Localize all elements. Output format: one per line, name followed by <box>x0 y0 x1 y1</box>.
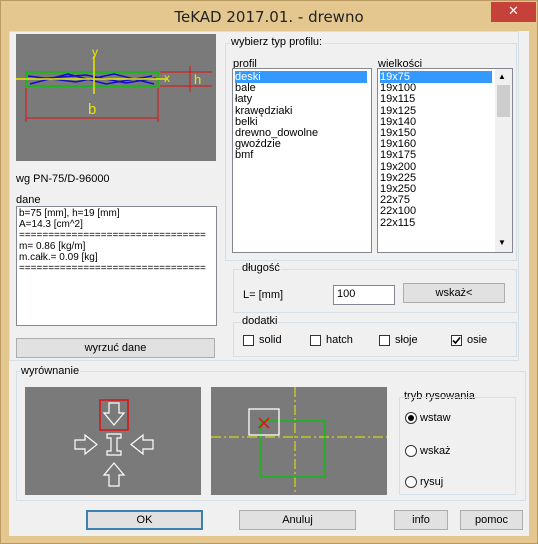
size-list: 19x75 19x100 19x115 19x125 19x140 19x150 19x16… <box>378 69 494 252</box>
length-group-label: długość <box>241 262 281 274</box>
standard-label: wg PN-75/D-96000 <box>16 173 110 185</box>
alignment-group-label: wyrównanie <box>20 365 81 377</box>
radio-empty-icon[interactable] <box>405 476 417 488</box>
h-dimension-label: h <box>194 72 201 87</box>
size-list-item[interactable]: 19x200 <box>380 161 492 173</box>
size-list-item[interactable]: 19x115 <box>380 93 492 105</box>
addon-label: hatch <box>326 334 353 346</box>
mode-label: rysuj <box>420 476 444 488</box>
axis-preview <box>211 387 387 495</box>
size-list-item[interactable]: 19x250 <box>380 183 492 195</box>
mode-label: wstaw <box>420 412 451 424</box>
close-icon: ✕ <box>508 4 519 19</box>
y-axis-label: y <box>92 45 98 59</box>
size-list-item[interactable]: 22x100 <box>380 205 492 217</box>
addon-label: solid <box>259 334 282 346</box>
length-input[interactable]: 100 <box>333 285 395 305</box>
info-button[interactable]: info <box>394 510 448 530</box>
profil-list-item[interactable]: gwoździe <box>235 138 367 150</box>
window-title: TeKAD 2017.01. - drewno <box>174 8 364 26</box>
addons-group-label: dodatki <box>241 315 279 327</box>
dane-line: A=14.3 [cm^2] <box>19 219 83 230</box>
pick-length-button[interactable]: wskaż< <box>403 283 505 303</box>
cancel-button[interactable]: Anuluj <box>239 510 356 530</box>
i-beam-icon[interactable] <box>106 433 122 456</box>
ok-button[interactable]: OK <box>86 510 203 530</box>
radio-selected-icon[interactable] <box>405 412 417 424</box>
size-list-item[interactable]: 22x75 <box>380 194 492 206</box>
profil-list-item[interactable]: łaty <box>235 93 367 105</box>
size-list-item[interactable]: 19x140 <box>380 116 492 128</box>
profil-list-item[interactable]: deski <box>235 71 367 83</box>
addon-label: słoje <box>395 334 418 346</box>
size-list-item[interactable]: 19x75 <box>380 71 492 83</box>
size-list-item[interactable]: 19x225 <box>380 172 492 184</box>
dane-line: b=75 [mm], h=19 [mm] <box>19 208 120 219</box>
scroll-thumb[interactable] <box>497 85 510 117</box>
arrow-down-icon[interactable] <box>102 402 126 426</box>
checkbox-checked-icon[interactable] <box>451 335 462 346</box>
size-list-item[interactable]: 19x175 <box>380 149 492 161</box>
size-list-item[interactable]: 19x150 <box>380 127 492 139</box>
profil-list-item[interactable]: drewno_dowolne <box>235 127 367 139</box>
radio-empty-icon[interactable] <box>405 445 417 457</box>
arrow-left-icon[interactable] <box>130 433 154 456</box>
size-list-item[interactable]: 19x125 <box>380 105 492 117</box>
size-list-item[interactable]: 19x100 <box>380 82 492 94</box>
profile-preview: y x b h <box>16 34 216 161</box>
scroll-up-arrow-icon[interactable]: ▲ <box>498 72 506 81</box>
scroll-down-arrow-icon[interactable]: ▼ <box>498 238 506 247</box>
axis-preview-panel <box>211 387 387 495</box>
arrow-right-icon[interactable] <box>74 433 98 456</box>
help-button[interactable]: pomoc <box>460 510 523 530</box>
size-scrollbar[interactable]: ▲ ▼ <box>495 69 512 252</box>
dane-line: m.całk.= 0.09 [kg] <box>19 252 98 263</box>
size-list-item[interactable]: 19x160 <box>380 138 492 150</box>
profile-diagram: y x b h <box>16 45 212 122</box>
checkbox-empty-icon[interactable] <box>379 335 390 346</box>
profil-list-item[interactable]: belki <box>235 116 367 128</box>
alignment-arrows <box>74 399 154 487</box>
checkbox-empty-icon[interactable] <box>310 335 321 346</box>
profil-list-item[interactable]: bmf <box>235 149 367 161</box>
profile-group-label: wybierz typ profilu: <box>230 36 324 48</box>
alignment-arrows-panel[interactable] <box>25 387 201 495</box>
size-list-item[interactable]: 22x115 <box>380 217 492 229</box>
dane-label: dane <box>16 194 41 206</box>
mode-label: wskaż <box>420 445 451 457</box>
size-listbox[interactable]: 19x75 19x100 19x115 19x125 19x140 19x150 19x16… <box>377 68 513 253</box>
dane-line: m= 0.86 [kg/m] <box>19 241 86 252</box>
arrow-up-icon[interactable] <box>102 462 126 487</box>
dane-lines: b=75 [mm], h=19 [mm] A=14.3 [cm^2] =======… <box>19 208 215 274</box>
profil-list-item[interactable]: bale <box>235 82 367 94</box>
dialog-window: TeKAD 2017.01. - drewno ✕ y x b h wg PN-… <box>0 0 538 544</box>
addon-label: osie <box>467 334 488 346</box>
length-field-label: L= [mm] <box>243 289 284 301</box>
dane-line: ================================ <box>19 230 206 241</box>
dane-line: ================================ <box>19 263 206 274</box>
discard-data-button[interactable]: wyrzuć dane <box>16 338 215 358</box>
b-dimension-label: b <box>88 101 96 118</box>
close-button[interactable]: ✕ <box>491 2 536 22</box>
client-area: y x b h wg PN-75/D-96000 dane b=75 [mm],… <box>9 31 529 536</box>
profil-list-item[interactable]: krawędziaki <box>235 105 367 117</box>
x-axis-label: x <box>164 71 170 85</box>
profil-listbox[interactable]: deski bale łaty krawędziaki belki drewno_dowo… <box>232 68 372 253</box>
length-value: 100 <box>337 288 356 300</box>
title-bar[interactable]: TeKAD 2017.01. - drewno ✕ <box>1 1 537 31</box>
dane-textbox[interactable]: b=75 [mm], h=19 [mm] A=14.3 [cm^2] =======… <box>16 206 217 326</box>
checkbox-empty-icon[interactable] <box>243 335 254 346</box>
